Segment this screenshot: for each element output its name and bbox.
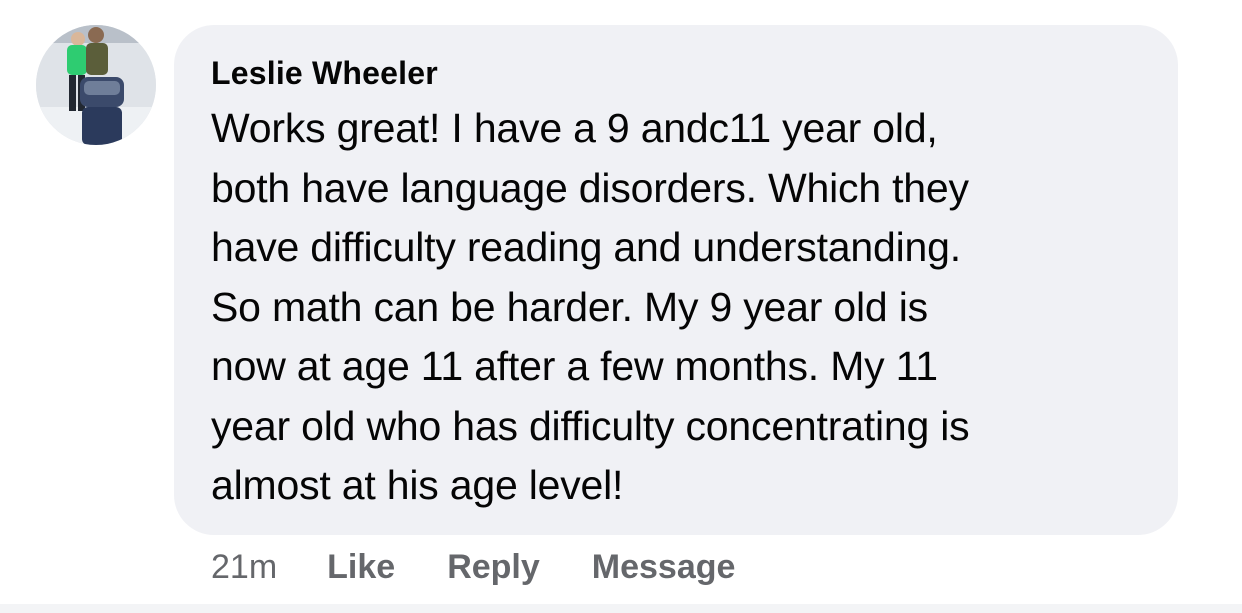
comment-view: Leslie Wheeler Works great! I have a 9 a… [0, 0, 1242, 613]
comment-actions-bar: 21m Like Reply Message [211, 544, 787, 590]
comment-timestamp[interactable]: 21m [211, 548, 277, 587]
avatar[interactable] [36, 25, 156, 145]
divider [0, 604, 1242, 613]
avatar-photo [36, 25, 156, 145]
message-button[interactable]: Message [592, 548, 736, 587]
comment-bubble: Leslie Wheeler Works great! I have a 9 a… [174, 25, 1178, 535]
comment-body-text: Works great! I have a 9 andc11 year old,… [211, 105, 970, 508]
comment-author-name[interactable]: Leslie Wheeler [211, 53, 1142, 93]
like-button[interactable]: Like [327, 548, 395, 587]
reply-button[interactable]: Reply [447, 548, 540, 587]
